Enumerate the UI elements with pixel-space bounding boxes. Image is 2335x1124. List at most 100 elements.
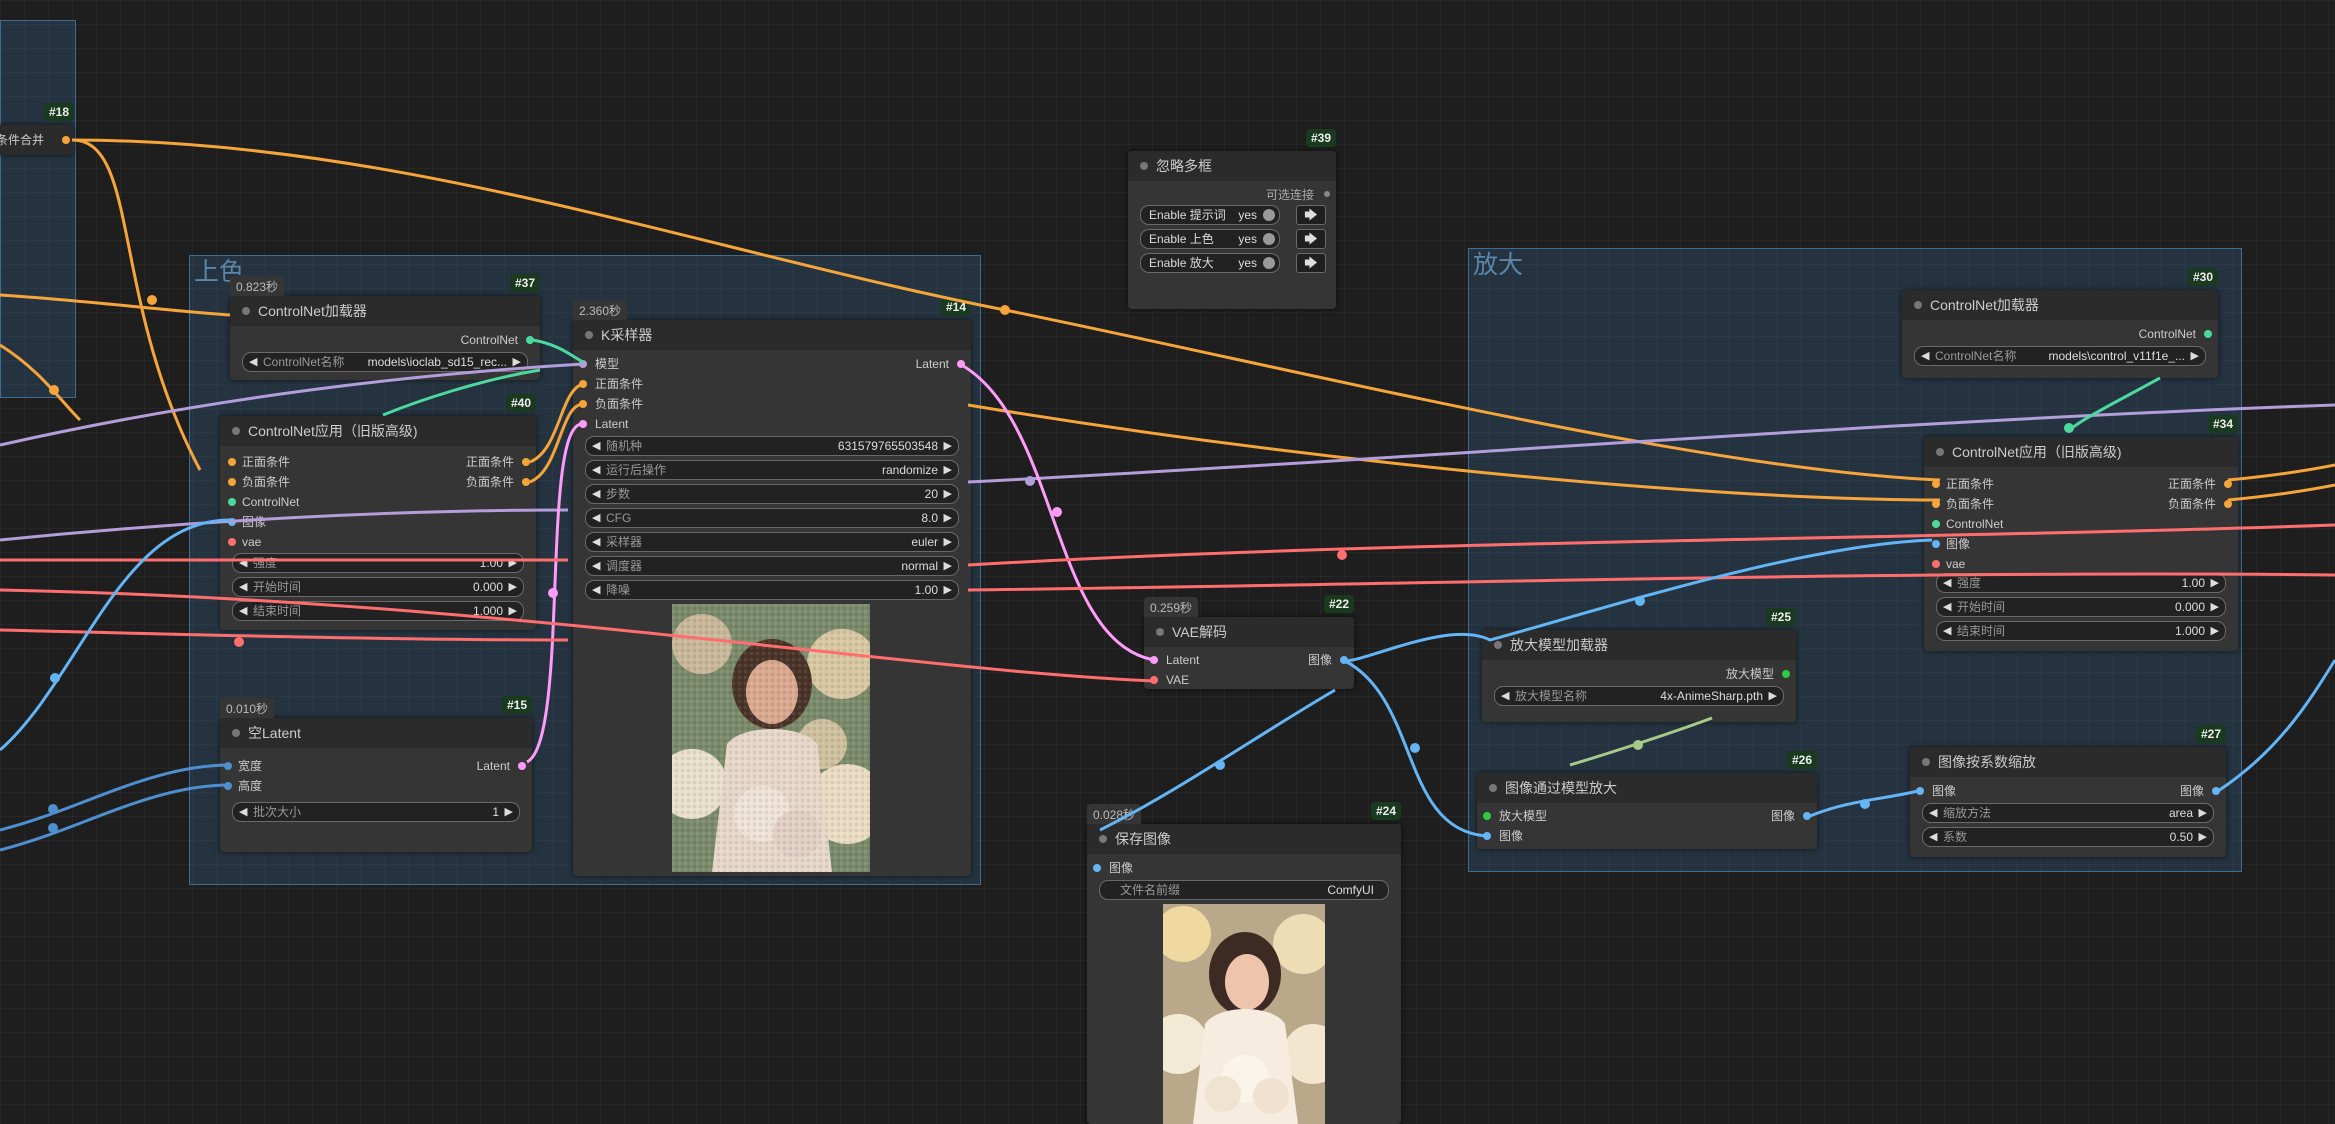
arrow-left-icon[interactable]: ◀ [239,554,247,572]
denoise-input[interactable]: ◀ 降噪 1.00 ▶ [585,580,959,600]
arrow-left-icon[interactable]: ◀ [239,578,247,596]
node-title-bar[interactable]: 保存图像 [1087,824,1401,854]
node-title-bar[interactable]: 空Latent [220,718,532,748]
node-title-bar[interactable]: ControlNet应用（旧版高级) [220,416,536,446]
upscale-model-name-combo[interactable]: ◀ 放大模型名称 4x-AnimeSharp.pth ▶ [1494,686,1784,706]
collapse-dot[interactable] [1099,835,1107,843]
arrow-left-icon[interactable]: ◀ [592,581,600,599]
output-pin-upscale-model[interactable] [1782,670,1790,678]
node-controlnet-apply-34[interactable]: #34 ControlNet应用（旧版高级) 正面条件 负面条件 Control… [1924,415,2238,651]
input-pin-positive[interactable] [1932,480,1940,488]
node-save-image-24[interactable]: 0.028秒 #24 保存图像 图像 文件名前缀 ComfyUI [1087,802,1401,1124]
input-pin-image[interactable] [1093,864,1101,872]
collapse-dot[interactable] [1914,301,1922,309]
node-title-bar[interactable]: ControlNet应用（旧版高级) [1924,437,2238,467]
collapse-dot[interactable] [1936,448,1944,456]
input-pin-controlnet[interactable] [228,498,236,506]
node-fast-bypasser-39[interactable]: #39 忽略多框 可选连接 Enable 提示词 yes 🡆 Enable 上色… [1128,129,1336,309]
arrow-left-icon[interactable]: ◀ [592,557,600,575]
node-upscale-model-loader-25[interactable]: #25 放大模型加载器 放大模型 ◀ 放大模型名称 4x-AnimeSharp.… [1482,608,1796,722]
input-pin-negative[interactable] [579,400,587,408]
input-pin-image[interactable] [228,518,236,526]
node-title-bar[interactable]: ControlNet加载器 [1902,290,2218,320]
filename-prefix-input[interactable]: 文件名前缀 ComfyUI [1099,880,1389,900]
output-pin-negative[interactable] [522,478,530,486]
node-title-bar[interactable]: K采样器 [573,320,971,350]
cfg-input[interactable]: ◀ CFG 8.0 ▶ [585,508,959,528]
scheduler-combo[interactable]: ◀ 调度器 normal ▶ [585,556,959,576]
input-pin-vae[interactable] [1932,560,1940,568]
output-pin-negative[interactable] [2224,500,2232,508]
node-ksampler-14[interactable]: 2.360秒 #14 K采样器 模型 正面条件 负面条件 Latent Late… [573,298,971,876]
input-pin-width[interactable] [224,762,232,770]
arrow-left-icon[interactable]: ◀ [239,803,247,821]
start-time-slider[interactable]: ◀ 开始时间 0.000 ▶ [232,577,524,597]
collapse-dot[interactable] [242,307,250,315]
collapse-dot[interactable] [585,331,593,339]
arrow-right-icon[interactable]: ▶ [944,485,952,503]
arrow-right-icon[interactable]: ▶ [944,533,952,551]
arrow-left-icon[interactable]: ◀ [592,509,600,527]
node-conditioning-combine[interactable]: #18 条件合并 [0,103,74,155]
arrow-right-icon[interactable]: ▶ [2199,828,2207,846]
strength-slider[interactable]: ◀ 强度 1.00 ▶ [1936,573,2226,593]
arrow-right-icon[interactable]: ▶ [944,557,952,575]
arrow-right-icon[interactable]: ▶ [509,554,517,572]
output-pin-image[interactable] [1803,812,1811,820]
node-image-scale-by-27[interactable]: #27 图像按系数缩放 图像 图像 ◀ 缩放方法 area ▶ ◀ 系数 0.5… [1910,725,2226,857]
node-title-bar[interactable]: VAE解码 [1144,617,1354,647]
toggle-knob[interactable] [1263,209,1275,221]
toggle-enable-prompt[interactable]: Enable 提示词 yes [1140,205,1280,225]
arrow-right-icon[interactable]: ▶ [944,437,952,455]
strength-slider[interactable]: ◀ 强度 1.00 ▶ [232,553,524,573]
arrow-left-icon[interactable]: ◀ [1929,828,1937,846]
input-pin-positive[interactable] [228,458,236,466]
start-time-slider[interactable]: ◀ 开始时间 0.000 ▶ [1936,597,2226,617]
collapse-dot[interactable] [1489,784,1497,792]
arrow-left-icon[interactable]: ◀ [1943,598,1951,616]
navigate-arrow-button[interactable]: 🡆 [1296,229,1326,249]
arrow-right-icon[interactable]: ▶ [513,353,521,371]
output-pin-image[interactable] [2212,787,2220,795]
arrow-right-icon[interactable]: ▶ [2191,347,2199,365]
output-pin[interactable] [2204,330,2212,338]
control-after-generate-combo[interactable]: ◀ 运行后操作 randomize ▶ [585,460,959,480]
arrow-left-icon[interactable]: ◀ [592,533,600,551]
input-pin-height[interactable] [224,782,232,790]
arrow-left-icon[interactable]: ◀ [592,437,600,455]
end-time-slider[interactable]: ◀ 结束时间 1.000 ▶ [1936,621,2226,641]
arrow-left-icon[interactable]: ◀ [239,602,247,620]
arrow-left-icon[interactable]: ◀ [1943,622,1951,640]
steps-input[interactable]: ◀ 步数 20 ▶ [585,484,959,504]
input-pin-positive[interactable] [579,380,587,388]
node-empty-latent-15[interactable]: 0.010秒 #15 空Latent 宽度 高度 Latent ◀ 批次大小 1… [220,696,532,852]
node-title-bar[interactable]: 放大模型加载器 [1482,630,1796,660]
toggle-knob[interactable] [1263,233,1275,245]
node-title-bar[interactable]: 图像按系数缩放 [1910,747,2226,777]
input-pin-model[interactable] [579,360,587,368]
batch-size-slider[interactable]: ◀ 批次大小 1 ▶ [232,802,520,822]
collapse-dot[interactable] [1140,162,1148,170]
output-pin-optional[interactable] [1324,191,1330,197]
input-pin-vae[interactable] [228,538,236,546]
arrow-right-icon[interactable]: ▶ [2211,622,2219,640]
output-pin[interactable] [62,136,70,144]
input-pin-latent[interactable] [579,420,587,428]
arrow-left-icon[interactable]: ◀ [1943,574,1951,592]
arrow-left-icon[interactable]: ◀ [592,461,600,479]
output-pin-positive[interactable] [522,458,530,466]
input-pin-negative[interactable] [1932,500,1940,508]
end-time-slider[interactable]: ◀ 结束时间 1.000 ▶ [232,601,524,621]
output-pin-latent[interactable] [518,762,526,770]
arrow-left-icon[interactable]: ◀ [592,485,600,503]
arrow-left-icon[interactable]: ◀ [1929,804,1937,822]
collapse-dot[interactable] [232,427,240,435]
group-left[interactable] [0,20,76,398]
toggle-enable-coloring[interactable]: Enable 上色 yes [1140,229,1280,249]
output-pin-positive[interactable] [2224,480,2232,488]
arrow-right-icon[interactable]: ▶ [1769,687,1777,705]
arrow-left-icon[interactable]: ◀ [1921,347,1929,365]
collapse-dot[interactable] [232,729,240,737]
input-pin-image[interactable] [1916,787,1924,795]
collapse-dot[interactable] [1156,628,1164,636]
